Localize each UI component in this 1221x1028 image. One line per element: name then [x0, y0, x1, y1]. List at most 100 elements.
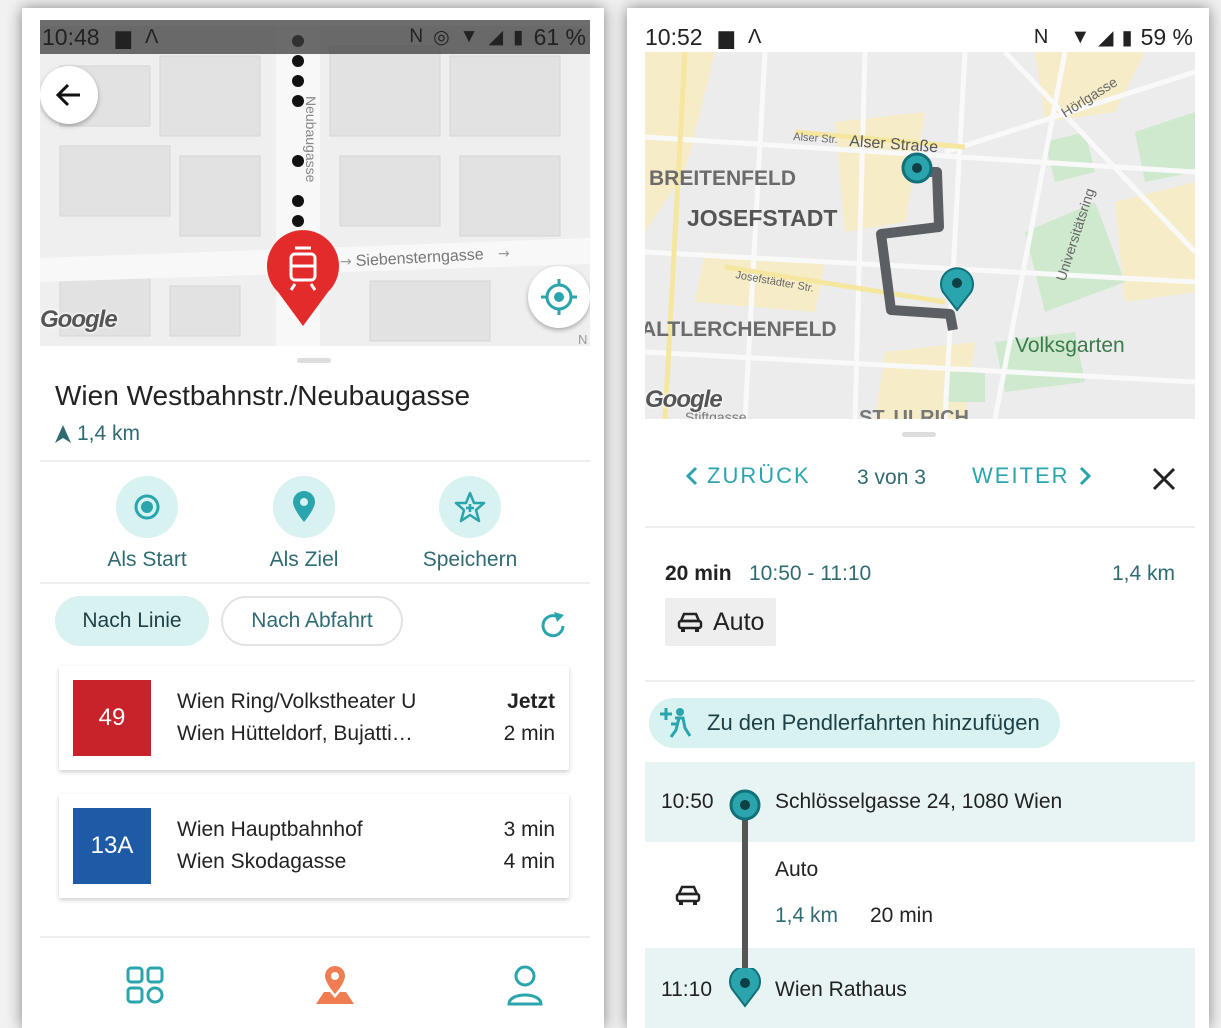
commuter-add-icon — [660, 708, 692, 738]
set-destination-button[interactable]: Als Ziel — [229, 476, 379, 572]
nfc-icon: N — [1033, 25, 1049, 48]
line-badge: 13A — [73, 808, 151, 884]
next-button[interactable]: WEITER — [972, 463, 1092, 489]
map-label: BREITENFELD — [649, 167, 796, 190]
refresh-button[interactable] — [538, 611, 568, 646]
corner-label: N — [578, 332, 587, 346]
status-bar: 10:52 ▆ Λ — [645, 20, 775, 54]
line-badge: 49 — [73, 680, 151, 756]
signal-icon: ◢ — [1098, 26, 1114, 49]
departure-destination: Wien Hütteldorf, Bujatti… — [177, 722, 413, 745]
status-bar: 10:48 ▆ Λ N ◎ ▼ ◢ ▮ 61 % — [40, 20, 590, 54]
divider — [645, 526, 1195, 528]
map-label: ST. ULRICH — [859, 407, 969, 419]
previous-button[interactable]: ZURÜCK — [685, 463, 811, 489]
departure-row[interactable]: 13A Wien Hauptbahnhof Wien Skodagasse 3 … — [59, 794, 569, 898]
car-icon — [675, 885, 701, 905]
start-address: Schlösselgasse 24, 1080 Wien — [775, 790, 1063, 813]
filter-by-line-chip[interactable]: Nach Linie — [55, 596, 209, 646]
google-logo: Google — [40, 306, 118, 333]
stop-map[interactable]: Neubaugasse Siebensterngasse → → N Googl… — [40, 26, 590, 346]
close-button[interactable] — [1149, 464, 1179, 494]
departure-time: 3 min — [503, 818, 555, 841]
phone-right: 10:52 ▆ Λ N ▼ ◢ ▮ 59 % Hörlgasse Alser S… — [627, 8, 1209, 1028]
end-address: Wien Rathaus — [775, 978, 907, 1001]
battery-percent: 61 % — [533, 23, 586, 50]
set-start-button[interactable]: Als Start — [72, 476, 222, 572]
signal-icon: ◢ — [488, 26, 504, 48]
close-icon — [1152, 467, 1176, 491]
set-destination-label: Als Ziel — [269, 548, 339, 571]
nav-profile[interactable] — [500, 960, 550, 1010]
grid-icon — [126, 966, 164, 1004]
svg-text:→: → — [498, 246, 510, 262]
back-button[interactable] — [40, 66, 98, 124]
phone-left: Neubaugasse Siebensterngasse → → N Googl… — [22, 8, 604, 1028]
save-button[interactable]: Speichern — [395, 476, 545, 572]
start-time: 10:50 — [661, 790, 714, 813]
add-to-commute-button[interactable]: Zu den Pendlerfahrten hinzufügen — [649, 698, 1060, 748]
car-icon — [677, 612, 703, 632]
itinerary-line — [742, 804, 748, 990]
segment-distance: 1,4 km — [775, 904, 839, 927]
segment-mode: Auto — [775, 858, 819, 881]
map-pin-icon — [316, 966, 354, 1004]
filter-by-departure-chip[interactable]: Nach Abfahrt — [221, 596, 403, 646]
departure-row[interactable]: 49 Wien Ring/Volkstheater U Wien Hütteld… — [59, 666, 569, 770]
image-icon: ▆ — [718, 26, 734, 49]
sheet-handle[interactable] — [902, 432, 936, 437]
my-location-button[interactable] — [528, 266, 590, 328]
save-label: Speichern — [422, 548, 518, 571]
next-label: WEITER — [972, 463, 1070, 488]
street-label-vertical: Neubaugasse — [303, 96, 319, 183]
departure-time: 4 min — [503, 850, 555, 873]
divider — [645, 680, 1195, 682]
sheet-handle[interactable] — [297, 358, 331, 363]
distance-value: 1,4 km — [77, 422, 141, 445]
google-logo: Google — [645, 386, 723, 413]
status-time: 10:48 — [42, 23, 100, 50]
bottom-navigation — [40, 936, 590, 1028]
nav-map[interactable] — [310, 960, 360, 1010]
nav-dashboard[interactable] — [120, 960, 170, 1010]
departure-time: Jetzt — [507, 690, 555, 713]
app-icon: Λ — [747, 25, 762, 48]
transport-mode-label: Auto — [713, 607, 765, 636]
start-pin-icon[interactable] — [901, 152, 933, 184]
divider — [40, 582, 590, 584]
status-bar-right: N ▼ ◢ ▮ 59 % — [1034, 20, 1193, 54]
refresh-icon — [541, 612, 565, 638]
pin-icon — [293, 491, 315, 522]
chevron-right-icon — [1079, 466, 1091, 486]
nfc-icon: N — [409, 26, 424, 47]
navigation-arrow-icon — [55, 425, 71, 443]
arrow-left-icon — [55, 83, 80, 107]
transport-mode-badge: Auto — [665, 598, 777, 646]
departure-destination: Wien Ring/Volkstheater U — [177, 690, 417, 713]
battery-icon: ▮ — [513, 26, 524, 48]
map-label: JOSEFSTADT — [687, 205, 837, 231]
star-plus-icon — [454, 491, 486, 523]
status-time: 10:52 — [645, 23, 703, 50]
previous-label: ZURÜCK — [707, 463, 811, 488]
target-icon — [134, 494, 160, 520]
departure-destination: Wien Skodagasse — [177, 850, 347, 873]
map-canvas: Neubaugasse Siebensterngasse → → N — [40, 26, 590, 346]
person-icon — [507, 965, 543, 1006]
app-icon: Λ — [144, 25, 159, 48]
map-canvas: Hörlgasse Alser Str. Alser Straße BREITE… — [645, 52, 1195, 419]
route-duration: 20 min — [665, 562, 732, 585]
svg-text:→: → — [340, 254, 352, 270]
set-start-label: Als Start — [107, 548, 187, 571]
route-counter: 3 von 3 — [857, 466, 926, 489]
route-distance: 1,4 km — [1111, 562, 1175, 585]
route-map[interactable]: Hörlgasse Alser Str. Alser Straße BREITE… — [645, 52, 1195, 419]
segment-duration: 20 min — [870, 904, 934, 927]
divider — [40, 460, 590, 462]
departure-time: 2 min — [503, 722, 555, 745]
crosshair-icon — [541, 279, 577, 315]
battery-icon: ▮ — [1121, 26, 1133, 49]
end-marker-icon — [729, 968, 761, 1008]
route-time-range: 10:50 - 11:10 — [749, 562, 872, 585]
departure-destination: Wien Hauptbahnhof — [177, 818, 363, 841]
